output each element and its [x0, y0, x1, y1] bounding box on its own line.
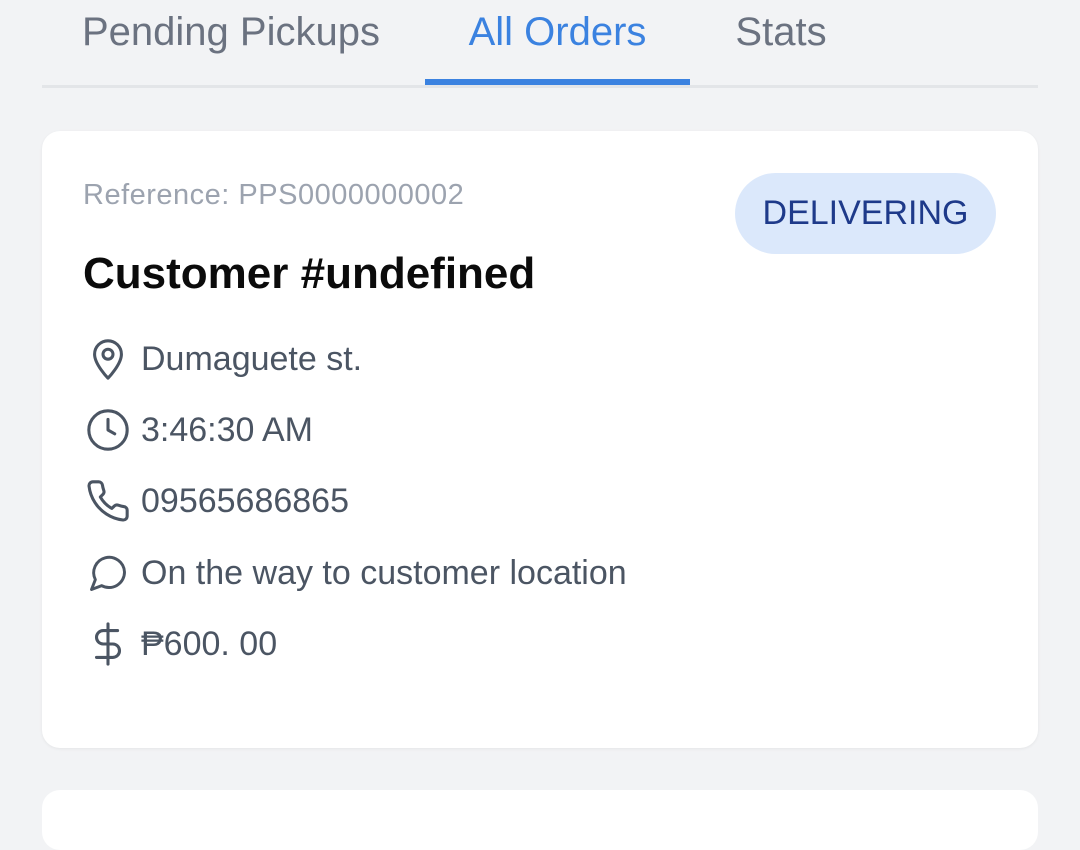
- time-row: 3:46:30 AM: [83, 404, 313, 456]
- phone-text: 09565686865: [141, 481, 350, 520]
- clock-icon: [83, 405, 133, 455]
- tab-bar: Pending Pickups All Orders Stats: [42, 0, 1038, 88]
- amount-text: ₱600. 00: [141, 624, 278, 663]
- tab-stats[interactable]: Stats: [690, 0, 872, 86]
- address-row: Dumaguete st.: [83, 333, 362, 385]
- phone-row: 09565686865: [83, 475, 349, 527]
- order-card[interactable]: Reference: PPS0000000002 DELIVERING Cust…: [42, 131, 1038, 748]
- address-text: Dumaguete st.: [141, 339, 363, 378]
- message-circle-icon: [83, 548, 133, 598]
- amount-row: ₱600. 00: [83, 618, 277, 670]
- time-text: 3:46:30 AM: [141, 410, 314, 449]
- dollar-sign-icon: [83, 619, 133, 669]
- active-tab-indicator: [425, 79, 690, 85]
- phone-icon: [83, 476, 133, 526]
- map-pin-icon: [83, 334, 133, 384]
- note-row: On the way to customer location: [83, 547, 627, 599]
- tab-all-orders[interactable]: All Orders: [425, 0, 690, 86]
- order-reference: Reference: PPS0000000002: [83, 179, 465, 211]
- next-order-card[interactable]: [42, 790, 1038, 850]
- tab-pending-pickups[interactable]: Pending Pickups: [42, 0, 425, 86]
- status-badge: DELIVERING: [735, 173, 996, 254]
- note-text: On the way to customer location: [141, 553, 627, 592]
- customer-name: Customer #undefined: [83, 249, 536, 298]
